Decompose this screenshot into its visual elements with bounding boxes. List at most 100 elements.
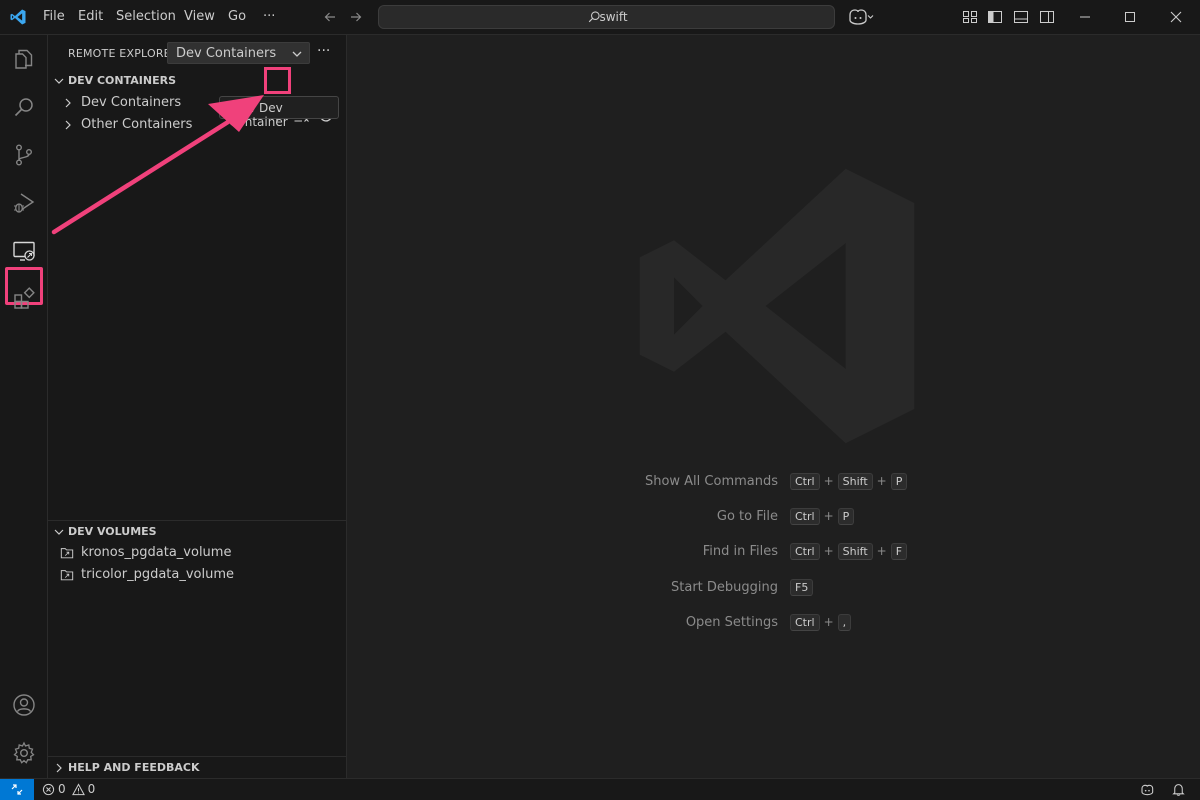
dev-volumes-section-header[interactable]: DEV VOLUMES — [48, 521, 346, 543]
shortcut-label: Show All Commands — [644, 474, 778, 489]
menu-view[interactable]: View — [184, 9, 215, 24]
command-center-search[interactable]: swift — [378, 5, 835, 29]
dev-containers-section-header[interactable]: DEV CONTAINERS — [48, 70, 346, 92]
search-text: swift — [599, 10, 628, 24]
dev-containers-section-title: DEV CONTAINERS — [68, 74, 176, 87]
volume-folder-icon — [60, 570, 74, 581]
volume-item[interactable]: tricolor_pgdata_volume — [48, 564, 346, 586]
source-control-icon[interactable] — [12, 143, 36, 167]
accounts-icon[interactable] — [12, 693, 36, 717]
volume-item[interactable]: kronos_pgdata_volume — [48, 542, 346, 564]
remote-indicator-button[interactable] — [0, 779, 34, 800]
run-and-debug-icon[interactable] — [12, 191, 36, 215]
activity-bar — [0, 35, 48, 778]
tree-item-label: Other Containers — [81, 117, 193, 132]
shortcut-keys: Ctrl + , — [790, 612, 852, 632]
toggle-primary-sidebar-icon[interactable] — [987, 9, 1003, 25]
keycap: P — [890, 472, 908, 490]
keycap: Shift — [837, 542, 873, 560]
remote-explorer-sidebar: REMOTE EXPLORER Dev Containers ··· DEV C… — [48, 35, 347, 778]
key-plus: + — [876, 474, 887, 488]
new-dev-container-highlight-box — [264, 67, 291, 94]
forward-arrow-icon[interactable] — [347, 6, 365, 28]
tree-item-label: Dev Containers — [81, 95, 182, 110]
menu-go[interactable]: Go — [228, 9, 246, 24]
shortcut-keys: Ctrl + Shift + P — [790, 471, 908, 491]
chevron-right-icon — [65, 120, 71, 130]
dropdown-value: Dev Containers — [176, 46, 277, 61]
key-plus: + — [876, 544, 887, 558]
chevron-down-icon — [54, 529, 64, 535]
volume-label: kronos_pgdata_volume — [81, 545, 232, 560]
volume-folder-icon — [60, 548, 74, 559]
chevron-right-icon — [65, 98, 71, 108]
key-plus: + — [823, 474, 834, 488]
keycap: , — [837, 613, 852, 631]
shortcut-label: Go to File — [716, 509, 778, 524]
keycap: Ctrl — [790, 507, 820, 525]
shortcut-keys: Ctrl + P — [790, 506, 855, 526]
chevron-down-icon — [54, 78, 64, 84]
shortcut-label: Find in Files — [702, 544, 778, 559]
menu-file[interactable]: File — [43, 9, 65, 24]
search-icon[interactable] — [12, 95, 36, 119]
customize-layout-icon[interactable] — [962, 9, 978, 25]
editor-area: Show All Commands Ctrl + Shift + P Go to… — [348, 35, 1200, 778]
shortcut-find-in-files: Find in Files Ctrl + Shift + F — [348, 541, 1200, 561]
minimize-icon[interactable] — [1076, 8, 1094, 26]
key-plus: + — [823, 509, 834, 523]
shortcut-keys: F5 — [790, 577, 814, 597]
keycap: Ctrl — [790, 613, 820, 631]
title-bar: File Edit Selection View Go ··· swift — [0, 0, 1200, 35]
shortcut-show-all-commands: Show All Commands Ctrl + Shift + P — [348, 471, 1200, 491]
key-plus: + — [823, 615, 834, 629]
maximize-icon[interactable] — [1121, 8, 1139, 26]
keycap: P — [837, 507, 855, 525]
tooltip-text: New Dev Container — [229, 101, 288, 129]
copilot-icon[interactable] — [846, 8, 874, 30]
extensions-icon[interactable] — [12, 287, 36, 311]
back-arrow-icon[interactable] — [321, 6, 339, 28]
vscode-watermark-logo-icon — [639, 168, 915, 444]
remote-indicator-icon — [11, 784, 23, 795]
keycap: Shift — [837, 472, 873, 490]
toggle-panel-icon[interactable] — [1013, 9, 1029, 25]
menu-selection[interactable]: Selection — [116, 9, 176, 24]
dev-volumes-section-title: DEV VOLUMES — [68, 525, 157, 538]
error-icon — [42, 783, 55, 795]
copilot-status-icon[interactable] — [1140, 782, 1156, 798]
menu-edit[interactable]: Edit — [78, 9, 103, 24]
remote-type-dropdown[interactable]: Dev Containers — [167, 42, 310, 64]
keycap: Ctrl — [790, 542, 820, 560]
shortcut-open-settings: Open Settings Ctrl + , — [348, 612, 1200, 632]
views-more-button[interactable]: ··· — [317, 43, 330, 59]
error-count: 0 — [58, 782, 66, 796]
toggle-secondary-sidebar-icon[interactable] — [1039, 9, 1055, 25]
chevron-right-icon — [56, 763, 62, 773]
sidebar-title: REMOTE EXPLORER — [68, 47, 179, 60]
keycap: Ctrl — [790, 472, 820, 490]
shortcut-start-debugging: Start Debugging F5 — [348, 577, 1200, 597]
shortcut-keys: Ctrl + Shift + F — [790, 541, 908, 561]
menu-more-button[interactable]: ··· — [263, 9, 275, 24]
notifications-bell-icon[interactable] — [1171, 782, 1186, 797]
volume-label: tricolor_pgdata_volume — [81, 567, 235, 582]
warning-count: 0 — [87, 782, 96, 796]
shortcut-label: Open Settings — [685, 615, 778, 630]
remote-explorer-icon[interactable] — [12, 239, 36, 263]
shortcut-label: Start Debugging — [671, 580, 778, 595]
explorer-icon[interactable] — [12, 47, 36, 71]
vscode-logo-icon — [10, 9, 26, 25]
status-bar: 0 0 — [0, 778, 1200, 800]
warning-icon — [71, 782, 85, 795]
keycap: F5 — [790, 578, 814, 596]
problems-indicator[interactable]: 0 0 — [42, 782, 95, 796]
help-feedback-section-header[interactable]: HELP AND FEEDBACK — [48, 757, 346, 779]
close-icon[interactable] — [1167, 8, 1185, 26]
help-feedback-section-title: HELP AND FEEDBACK — [68, 761, 200, 774]
manage-gear-icon[interactable] — [12, 741, 36, 765]
key-plus: + — [823, 544, 834, 558]
new-dev-container-tooltip: New Dev Container — [219, 96, 339, 129]
keycap: F — [890, 542, 908, 560]
shortcut-go-to-file: Go to File Ctrl + P — [348, 506, 1200, 526]
